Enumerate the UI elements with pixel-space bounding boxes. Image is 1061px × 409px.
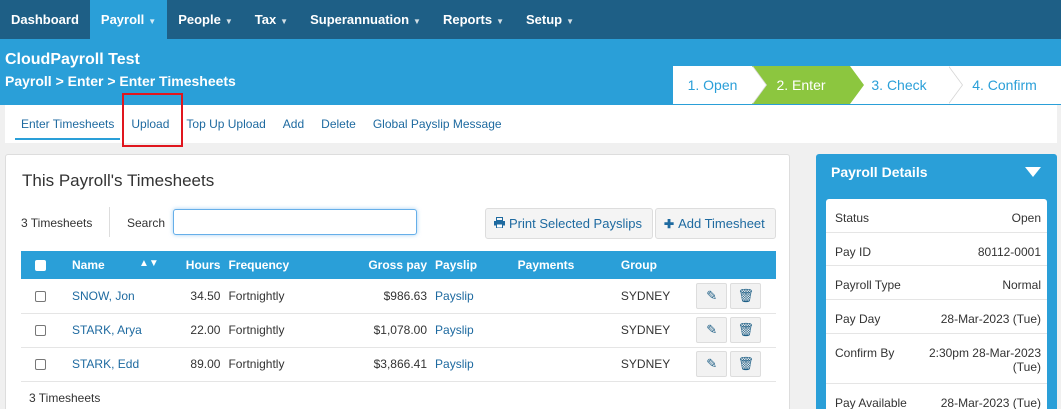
tab-delete[interactable]: Delete — [315, 105, 362, 143]
breadcrumb: Payroll > Enter > Enter Timesheets — [5, 73, 236, 89]
col-hours: Hours — [170, 251, 225, 279]
nav-people[interactable]: People ▼ — [167, 0, 244, 39]
employee-name-link[interactable]: SNOW, Jon — [51, 279, 171, 314]
payroll-details-panel: Payroll Details Status Open Pay ID 80112-0… — [816, 154, 1057, 409]
table-row: STARK, Arya 22.00 Fortnightly $1,078.00 … — [21, 313, 776, 348]
col-actions — [689, 251, 776, 279]
timesheets-panel: This Payroll's Timesheets 3 Timesheets S… — [5, 154, 790, 409]
chevron-down-icon: ▼ — [148, 17, 157, 26]
chevron-down-icon: ▼ — [224, 17, 233, 26]
step-open[interactable]: 1. Open — [673, 66, 767, 104]
tab-add[interactable]: Add — [277, 105, 310, 143]
gross-pay-cell: $1,078.00 — [338, 313, 432, 348]
payments-cell — [513, 347, 617, 382]
pencil-icon[interactable]: ✎ — [696, 351, 728, 377]
panel-title: This Payroll's Timesheets — [22, 171, 215, 190]
top-nav: Dashboard Payroll ▼ People ▼ Tax ▼ Superann… — [0, 0, 1061, 39]
chevron-down-icon: ▼ — [413, 17, 421, 26]
trash-icon[interactable]: 🗑 — [730, 317, 762, 343]
chevron-down-icon: ▼ — [496, 17, 505, 26]
table-row: STARK, Edd 89.00 Fortnightly $3,866.41 P… — [21, 347, 776, 382]
pencil-icon[interactable]: ✎ — [696, 317, 728, 343]
actions-cell: ✎ 🗑 — [689, 279, 776, 314]
divider — [109, 207, 110, 237]
step-confirm[interactable]: 4. Confirm — [948, 66, 1061, 104]
hours-cell: 89.00 — [170, 347, 225, 382]
payroll-details-title: Payroll Details — [831, 164, 928, 180]
col-group: Group — [616, 251, 690, 279]
chevron-down-icon: ▼ — [566, 17, 575, 26]
employee-name-link[interactable]: STARK, Edd — [51, 347, 171, 382]
col-payslip: Payslip — [431, 251, 514, 279]
payslip-link[interactable]: Payslip — [431, 347, 514, 382]
step-check[interactable]: 3. Check — [850, 66, 963, 104]
print-icon — [494, 210, 505, 239]
frequency-cell: Fortnightly — [224, 279, 339, 314]
detail-row-status: Status Open — [826, 199, 1047, 233]
sort-icon[interactable]: ▲▼ — [139, 258, 159, 269]
detail-row-pay-available: Pay Available 28-Mar-2023 (Tue) — [835, 396, 1041, 409]
col-name[interactable]: Name ▲▼ — [51, 251, 171, 279]
col-payments: Payments — [513, 251, 617, 279]
employee-name-link[interactable]: STARK, Arya — [51, 313, 171, 348]
payslip-link[interactable]: Payslip — [431, 313, 514, 348]
group-cell: SYDNEY — [616, 347, 690, 382]
select-all-checkbox[interactable] — [21, 251, 52, 279]
detail-row-pay-day: Pay Day 28-Mar-2023 (Tue) — [826, 300, 1047, 334]
pencil-icon[interactable]: ✎ — [696, 282, 728, 309]
frequency-cell: Fortnightly — [224, 347, 339, 382]
detail-row-pay-id: Pay ID 80112-0001 — [826, 233, 1047, 266]
payslip-link[interactable]: Payslip — [431, 279, 514, 314]
row-checkbox[interactable] — [21, 279, 52, 314]
hours-cell: 22.00 — [170, 313, 225, 348]
col-frequency: Frequency — [224, 251, 339, 279]
table-header-row: Name ▲▼ Hours Frequency Gross pay Payslip… — [21, 251, 776, 279]
group-cell: SYDNEY — [616, 313, 690, 348]
triangle-down-icon[interactable] — [1025, 167, 1041, 177]
print-selected-payslips-button[interactable]: Print Selected Payslips — [485, 208, 653, 239]
payments-cell — [513, 279, 617, 314]
tab-global-payslip-message[interactable]: Global Payslip Message — [367, 105, 508, 143]
add-timesheet-button[interactable]: ✚ Add Timesheet — [655, 208, 776, 239]
timesheets-table: Name ▲▼ Hours Frequency Gross pay Payslip… — [21, 251, 776, 382]
wizard-steps: 1. Open 2. Enter 3. Check 4. Confirm — [673, 66, 1061, 104]
trash-icon[interactable]: 🗑 — [730, 282, 762, 309]
chevron-down-icon: ▼ — [280, 17, 289, 26]
hours-cell: 34.50 — [170, 279, 225, 314]
col-gross-pay: Gross pay — [338, 251, 432, 279]
search-label: Search — [127, 216, 166, 230]
group-cell: SYDNEY — [616, 279, 690, 314]
frequency-cell: Fortnightly — [224, 313, 339, 348]
payroll-details-header[interactable]: Payroll Details — [816, 154, 1057, 190]
tab-enter-timesheets[interactable]: Enter Timesheets — [15, 105, 121, 143]
row-checkbox[interactable] — [21, 313, 52, 348]
nav-reports[interactable]: Reports ▼ — [432, 0, 515, 39]
detail-row-confirm-by: Confirm By 2:30pm 28-Mar-2023 (Tue) — [826, 334, 1047, 384]
nav-payroll[interactable]: Payroll ▼ — [89, 0, 168, 39]
nav-dashboard[interactable]: Dashboard — [0, 0, 90, 39]
search-input[interactable] — [173, 209, 417, 235]
gross-pay-cell: $986.63 — [338, 279, 432, 314]
nav-tax[interactable]: Tax ▼ — [244, 0, 299, 39]
actions-cell: ✎ 🗑 — [689, 347, 776, 382]
payroll-details-body: Status Open Pay ID 80112-0001 Payroll Type… — [826, 199, 1047, 409]
footer-timesheet-count: 3 Timesheets — [29, 391, 101, 405]
org-name: CloudPayroll Test — [5, 51, 140, 68]
highlight-box — [122, 93, 183, 147]
nav-superannuation[interactable]: Superannuation ▼ — [299, 0, 432, 39]
actions-cell: ✎ 🗑 — [689, 313, 776, 348]
tab-top-up-upload[interactable]: Top Up Upload — [180, 105, 271, 143]
plus-icon: ✚ — [664, 217, 675, 231]
table-row: SNOW, Jon 34.50 Fortnightly $986.63 Pays… — [21, 279, 776, 314]
timesheet-count: 3 Timesheets — [21, 216, 93, 230]
payments-cell — [513, 313, 617, 348]
detail-row-payroll-type: Payroll Type Normal — [826, 266, 1047, 300]
trash-icon[interactable]: 🗑 — [730, 351, 762, 377]
gross-pay-cell: $3,866.41 — [338, 347, 432, 382]
nav-setup[interactable]: Setup ▼ — [515, 0, 585, 39]
row-checkbox[interactable] — [21, 347, 52, 382]
